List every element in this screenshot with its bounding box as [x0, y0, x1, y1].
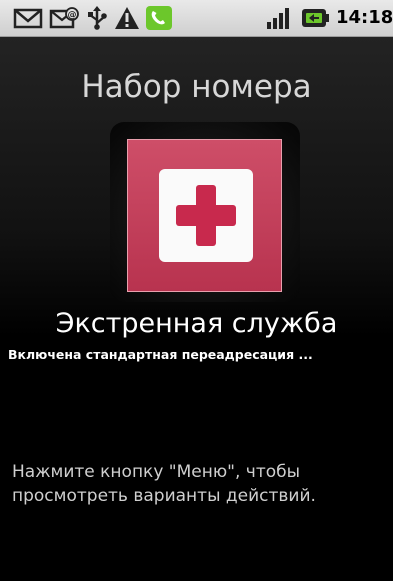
usb-icon	[88, 6, 107, 30]
svg-text:@: @	[68, 11, 77, 21]
call-screen: Набор номера Экстренная служба Включена …	[0, 37, 393, 581]
signal-icon	[267, 8, 289, 29]
email-icon: @	[49, 7, 79, 29]
battery-icon	[302, 9, 329, 27]
gmail-icon	[13, 8, 43, 29]
status-bar[interactable]: @ 14:18	[0, 0, 393, 37]
call-forwarding-status: Включена стандартная переадресация ...	[8, 347, 313, 362]
menu-hint-text: Нажмите кнопку "Меню", чтобы просмотреть…	[12, 462, 316, 506]
medical-cross-icon	[159, 169, 253, 262]
call-icon	[146, 6, 172, 30]
page-title: Набор номера	[81, 69, 312, 105]
clock: 14:18	[336, 7, 393, 28]
contact-photo	[127, 139, 282, 292]
contact-name: Экстренная служба	[55, 308, 338, 339]
dialer-screen: @ 14:18 Набор номера Экстренная служба В…	[0, 0, 393, 581]
warning-icon	[115, 7, 139, 29]
